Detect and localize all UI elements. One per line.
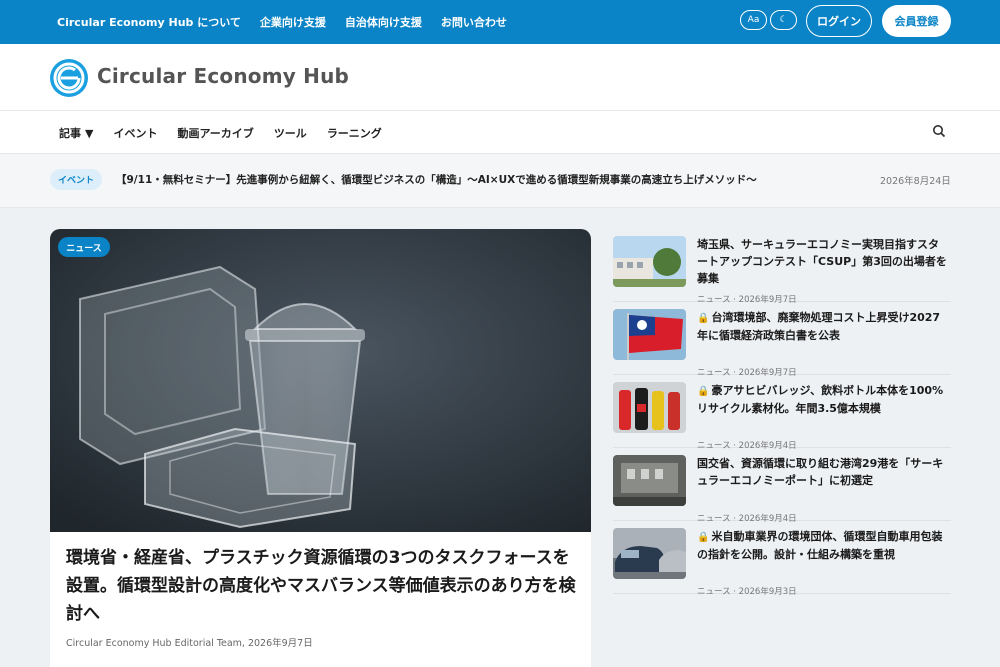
side-article-title[interactable]: 🔒 豪アサヒビバレッジ、飲料ボトル本体を100%リサイクル素材化。年間3.5億本規… [697, 382, 949, 417]
article-thumbnail[interactable] [613, 236, 686, 287]
article-thumbnail[interactable] [613, 382, 686, 433]
side-article[interactable]: 国交省、資源循環に取り組む港湾29港を「サーキュラーエコノミーポート」に初選定 … [613, 448, 951, 524]
side-article[interactable]: 🔒 米自動車業界の環境団体、循環型自動車用包装の指針を公開。設計・仕組み構築を重視… [613, 521, 951, 597]
main-nav: 記事 ▼ イベント 動画アーカイブ ツール ラーニング [59, 111, 382, 154]
category-badge[interactable]: ニュース [58, 237, 110, 257]
lock-icon: 🔒 [697, 532, 710, 543]
logo-icon[interactable] [49, 58, 89, 98]
top-nav-corporate[interactable]: 企業向け支援 [260, 14, 326, 30]
side-article-title[interactable]: 🔒 台湾環境部、廃棄物処理コスト上昇受け2027年に循環経済政策白書を公表 [697, 309, 949, 344]
side-article[interactable]: 埼玉県、サーキュラーエコノミー実現目指すスタートアップコンテスト「CSUP」第3… [613, 229, 951, 305]
side-article-title-text: 米自動車業界の環境団体、循環型自動車用包装の指針を公開。設計・仕組み構築を重視 [697, 530, 943, 561]
side-article[interactable]: 🔒 豪アサヒビバレッジ、飲料ボトル本体を100%リサイクル素材化。年間3.5億本規… [613, 375, 951, 451]
top-nav-about[interactable]: Circular Economy Hub について [57, 14, 241, 30]
nav-tools[interactable]: ツール [274, 125, 307, 141]
nav-articles-label: 記事 [59, 126, 81, 140]
featured-article[interactable]: ニュース 環境省・経産省、プラスチック資源循環の3つのタスクフォースを設置。循環… [50, 229, 591, 667]
side-article-title[interactable]: 埼玉県、サーキュラーエコノミー実現目指すスタートアップコンテスト「CSUP」第3… [697, 236, 949, 287]
top-nav-contact[interactable]: お問い合わせ [441, 14, 507, 30]
article-thumbnail[interactable] [613, 528, 686, 579]
side-article-title-text: 埼玉県、サーキュラーエコノミー実現目指すスタートアップコンテスト「CSUP」第3… [697, 238, 947, 285]
font-size-toggle[interactable]: Aa [740, 10, 767, 30]
nav-learning[interactable]: ラーニング [327, 125, 382, 141]
lock-icon: 🔒 [697, 313, 710, 324]
top-nav: Circular Economy Hub について 企業向け支援 自治体向け支援… [57, 0, 507, 44]
top-nav-municipal[interactable]: 自治体向け支援 [345, 14, 422, 30]
side-article-title-text: 豪アサヒビバレッジ、飲料ボトル本体を100%リサイクル素材化。年間3.5億本規模 [697, 384, 944, 415]
side-article-title-text: 台湾環境部、廃棄物処理コスト上昇受け2027年に循環経済政策白書を公表 [697, 311, 941, 342]
side-article-title[interactable]: 国交省、資源循環に取り組む港湾29港を「サーキュラーエコノミーポート」に初選定 [697, 455, 949, 489]
search-icon[interactable] [932, 124, 946, 138]
side-article-title[interactable]: 🔒 米自動車業界の環境団体、循環型自動車用包装の指針を公開。設計・仕組み構築を重視 [697, 528, 949, 563]
chevron-down-icon: ▼ [85, 126, 94, 140]
side-article-meta: ニュース · 2026年9月3日 [697, 587, 797, 597]
featured-title[interactable]: 環境省・経産省、プラスチック資源循環の3つのタスクフォースを設置。循環型設計の高… [66, 544, 576, 628]
login-button[interactable]: ログイン [806, 5, 872, 37]
signup-button[interactable]: 会員登録 [882, 5, 951, 37]
ticker-date: 2026年8月24日 [880, 176, 951, 187]
nav-video-archive[interactable]: 動画アーカイブ [177, 125, 253, 141]
nav-articles[interactable]: 記事 ▼ [59, 125, 93, 141]
featured-meta: Circular Economy Hub Editorial Team, 202… [66, 638, 313, 649]
side-article-title-text: 国交省、資源循環に取り組む港湾29港を「サーキュラーエコノミーポート」に初選定 [697, 457, 944, 487]
featured-image[interactable] [50, 229, 591, 532]
side-article[interactable]: 🔒 台湾環境部、廃棄物処理コスト上昇受け2027年に循環経済政策白書を公表 ニュー… [613, 302, 951, 378]
ticker-headline[interactable]: 【9/11・無料セミナー】先進事例から紐解く、循環型ビジネスの「構造」〜AI×U… [116, 172, 757, 187]
article-thumbnail[interactable] [613, 455, 686, 506]
nav-events[interactable]: イベント [113, 125, 157, 141]
logo-text[interactable]: Circular Economy Hub [97, 64, 349, 88]
lock-icon: 🔒 [697, 386, 710, 397]
dark-mode-toggle[interactable]: ☾ [770, 10, 797, 30]
display-toggles: Aa ☾ [740, 10, 797, 30]
article-thumbnail[interactable] [613, 309, 686, 360]
ticker-badge: イベント [50, 169, 102, 190]
